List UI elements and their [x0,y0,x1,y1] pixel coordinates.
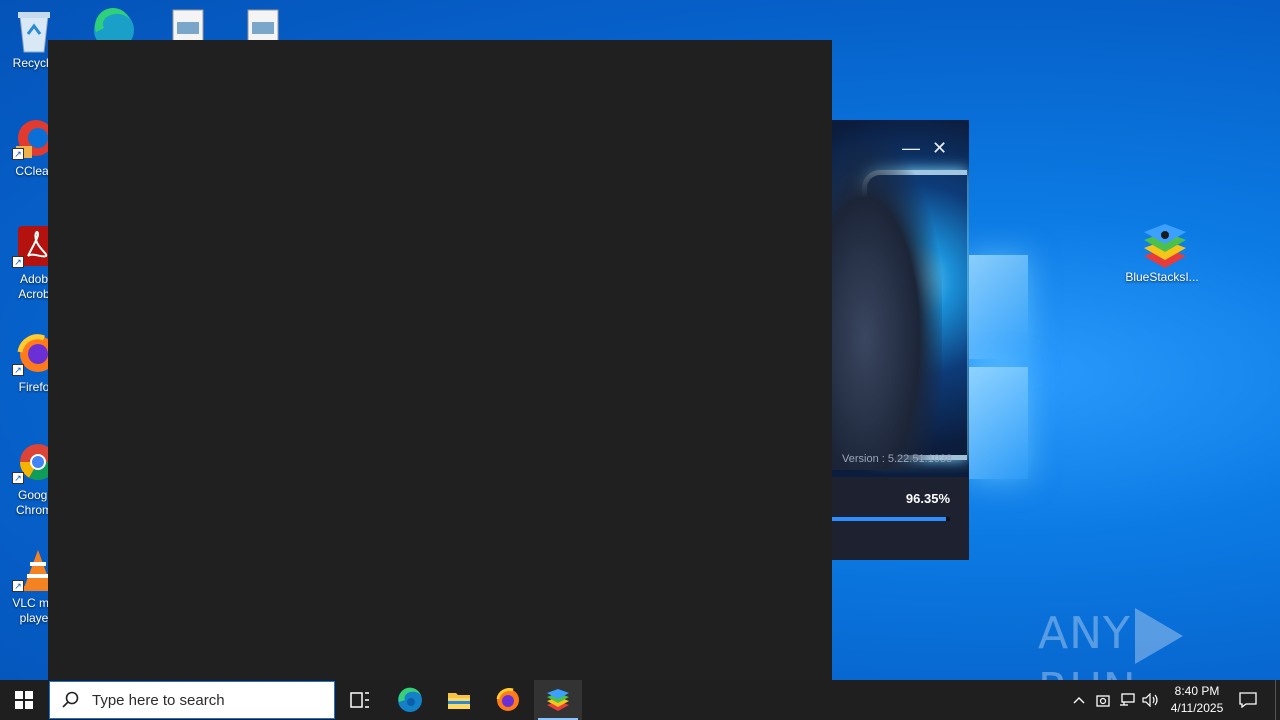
shortcut-arrow-icon: ↗ [12,364,24,376]
action-center-button[interactable] [1234,680,1262,720]
watermark-text-left: ANY [1038,608,1131,659]
tray-meet-now-button[interactable] [1092,680,1114,720]
taskbar-edge-button[interactable] [386,680,434,720]
watermark-text-right: RUN [1038,664,1137,680]
installer-progress-fill [832,517,946,521]
start-button[interactable] [0,680,48,720]
bluestacks-icon [1140,222,1186,268]
shortcut-arrow-icon: ↗ [12,580,24,592]
notification-icon [1239,692,1257,708]
task-view-icon [350,692,369,708]
taskbar-clock[interactable]: 8:40 PM 4/11/2025 [1160,683,1234,717]
taskbar: 8:40 PM 4/11/2025 [0,680,1280,720]
edge-icon [398,687,422,712]
tray-network-button[interactable] [1116,680,1138,720]
firefox-icon [496,688,519,711]
task-view-button[interactable] [336,680,384,720]
taskbar-firefox-button[interactable] [484,680,532,720]
taskbar-bluestacks-button[interactable] [534,680,582,720]
installer-window[interactable]: — ✕ Version : 5.22.51.1038 96.35% [832,120,969,560]
bluestacks-icon [547,689,569,711]
close-button[interactable]: ✕ [932,138,947,159]
minimize-button[interactable]: — [902,138,920,159]
installer-astronaut-artwork [832,140,942,470]
taskbar-file-explorer-button[interactable] [435,680,483,720]
windows-logo-wallpaper [968,243,1028,479]
camera-icon [1096,695,1110,707]
anyrun-watermark: ANY RUN [1038,608,1280,680]
blank-dark-window[interactable] [48,40,832,680]
installer-progress-percent: 96.35% [905,491,950,506]
shortcut-arrow-icon: ↗ [12,256,24,268]
installer-version-label: Version : 5.22.51.1038 [842,453,953,465]
installer-progress-track [832,517,950,521]
desktop-icon-bluestacks[interactable]: BlueStacksI... [1124,222,1200,285]
show-desktop-button[interactable] [1275,680,1280,720]
shortcut-arrow-icon: ↗ [12,148,24,160]
watermark-play-icon [1134,608,1183,664]
desktop: Recycle ↗ CClear ↗ Adob Acrob ↗ Firefo ↗… [0,0,1280,680]
taskbar-search-box[interactable] [49,681,335,719]
clock-date: 4/11/2025 [1170,701,1224,715]
network-icon [1120,693,1135,706]
windows-start-icon [15,691,33,709]
search-icon [62,691,79,708]
clock-time: 8:40 PM [1174,684,1220,698]
chevron-up-icon [1073,697,1085,704]
volume-icon [1142,693,1158,707]
shortcut-arrow-icon: ↗ [12,472,24,484]
tray-volume-button[interactable] [1140,680,1162,720]
file-explorer-icon [448,693,470,709]
installer-progress-panel: 96.35% [832,477,969,560]
search-input[interactable] [92,691,322,709]
tray-show-hidden-button[interactable] [1068,680,1090,720]
desktop-icon-label: BlueStacksI... [1125,270,1199,284]
